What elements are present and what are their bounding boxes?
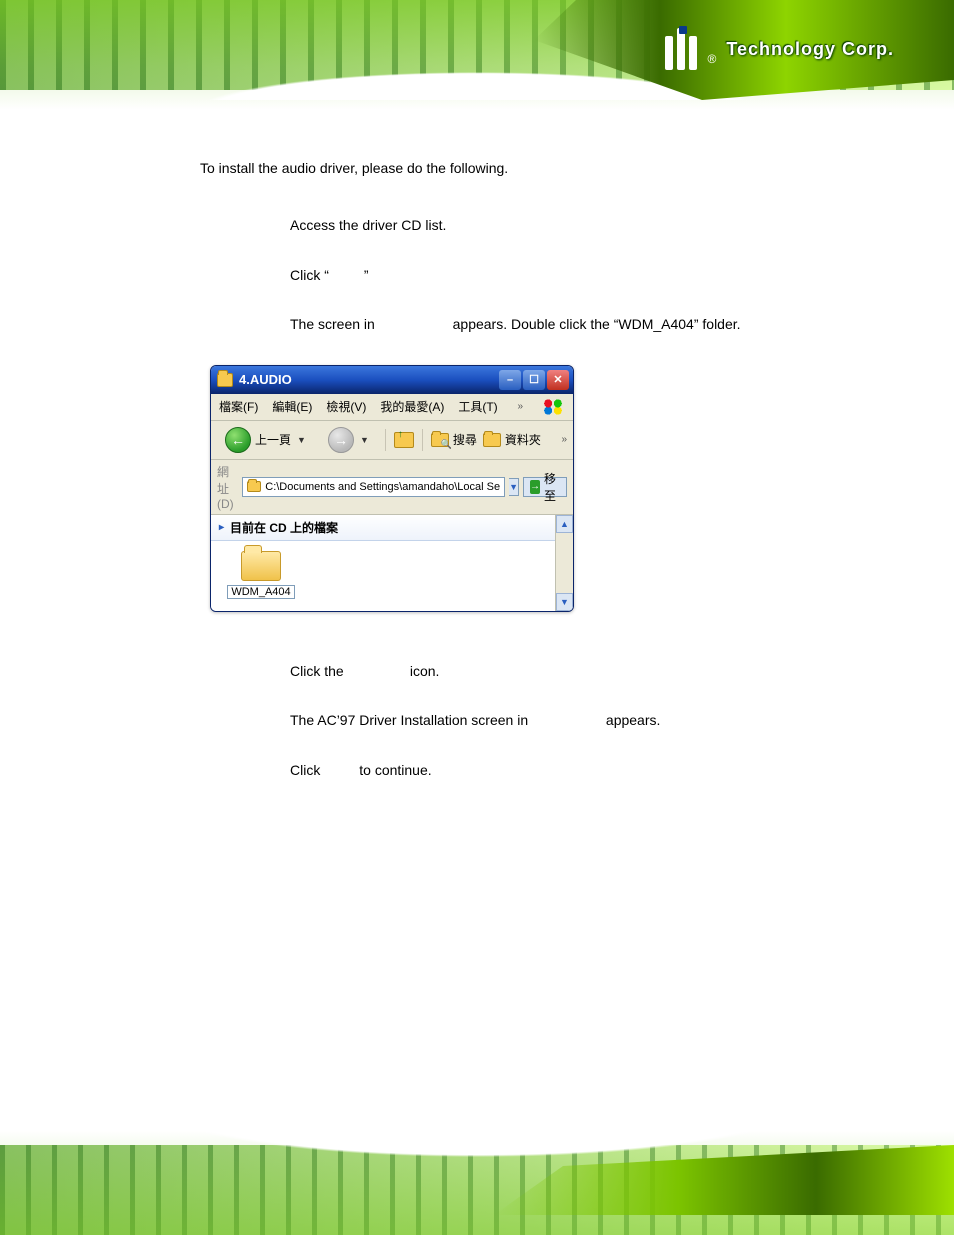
step-5-blank bbox=[532, 712, 602, 728]
step-2-blank bbox=[329, 267, 364, 283]
dropdown-icon: ▼ bbox=[360, 435, 369, 445]
folder-icon bbox=[247, 481, 261, 492]
step-6-prefix: Click bbox=[290, 762, 324, 778]
step-4-blank bbox=[348, 663, 406, 679]
search-icon bbox=[431, 433, 449, 447]
go-arrow-icon: → bbox=[530, 480, 540, 494]
folder-icon bbox=[241, 551, 281, 581]
step-6-suffix: to continue. bbox=[355, 762, 431, 778]
window-title: 4.AUDIO bbox=[239, 372, 292, 387]
menu-overflow-icon[interactable]: » bbox=[517, 401, 523, 412]
registered-mark: ® bbox=[707, 52, 716, 66]
step-4: Click the icon. bbox=[290, 662, 904, 682]
menu-tools[interactable]: 工具(T) bbox=[458, 398, 497, 415]
step-6-blank bbox=[324, 762, 355, 778]
back-arrow-icon: ← bbox=[225, 427, 251, 453]
step-3-prefix: The screen in bbox=[290, 316, 379, 332]
folder-item-wdm[interactable]: WDM_A404 bbox=[221, 551, 301, 599]
logo-block: ® Technology Corp. bbox=[665, 28, 894, 70]
folders-label: 資料夾 bbox=[505, 431, 541, 448]
logo-iei-icon bbox=[665, 28, 697, 70]
step-6: Click to continue. bbox=[290, 761, 904, 781]
pane-header: 目前在 CD 上的檔案 bbox=[211, 515, 555, 541]
step-3-suffix: appears. Double click the “WDM_A404” fol… bbox=[449, 316, 741, 332]
address-field[interactable]: C:\Documents and Settings\amandaho\Local… bbox=[242, 477, 505, 497]
back-label: 上一頁 bbox=[255, 431, 291, 448]
step-3-blank bbox=[379, 316, 449, 332]
window-buttons: – ☐ ✕ bbox=[499, 370, 569, 390]
titlebar: 4.AUDIO – ☐ ✕ bbox=[211, 366, 573, 394]
menu-file[interactable]: 檔案(F) bbox=[219, 398, 258, 415]
page-content: To install the audio driver, please do t… bbox=[200, 160, 904, 811]
step-4-prefix: Click the bbox=[290, 663, 348, 679]
address-bar: 網址(D) C:\Documents and Settings\amandaho… bbox=[211, 460, 573, 515]
back-button[interactable]: ← 上一頁 ▼ bbox=[217, 425, 314, 455]
scroll-down-icon[interactable]: ▼ bbox=[556, 593, 573, 611]
go-label: 移至 bbox=[544, 470, 560, 504]
vertical-scrollbar[interactable]: ▲ ▼ bbox=[555, 515, 573, 611]
step-2-prefix: Click “ bbox=[290, 267, 329, 283]
file-area: WDM_A404 bbox=[211, 541, 555, 611]
menu-view[interactable]: 檢視(V) bbox=[326, 398, 366, 415]
steps-list: Access the driver CD list. Click “ ” The… bbox=[290, 216, 904, 335]
explorer-window: 4.AUDIO – ☐ ✕ 檔案(F) 編輯(E) 檢視(V) 我的最愛(A) … bbox=[210, 365, 574, 612]
step-2: Click “ ” bbox=[290, 266, 904, 286]
maximize-button[interactable]: ☐ bbox=[523, 370, 545, 390]
folder-icon bbox=[217, 373, 233, 387]
dropdown-icon: ▼ bbox=[297, 435, 306, 445]
folders-icon bbox=[483, 433, 501, 447]
address-path: C:\Documents and Settings\amandaho\Local… bbox=[265, 481, 500, 493]
forward-button[interactable]: → ▼ bbox=[320, 425, 377, 455]
toolbar-separator bbox=[422, 429, 423, 451]
file-pane: 目前在 CD 上的檔案 WDM_A404 ▲ ▼ bbox=[211, 515, 573, 611]
close-button[interactable]: ✕ bbox=[547, 370, 569, 390]
folder-label: WDM_A404 bbox=[227, 585, 294, 599]
address-dropdown-icon[interactable]: ▼ bbox=[509, 478, 519, 496]
logo-text: Technology Corp. bbox=[726, 39, 894, 60]
step-5-prefix: The AC’97 Driver Installation screen in bbox=[290, 712, 532, 728]
step-4-suffix: icon. bbox=[406, 663, 439, 679]
step-5-suffix: appears. bbox=[602, 712, 660, 728]
menu-edit[interactable]: 編輯(E) bbox=[272, 398, 312, 415]
menu-favorites[interactable]: 我的最愛(A) bbox=[380, 398, 444, 415]
step-2-suffix: ” bbox=[364, 267, 369, 283]
search-button[interactable]: 搜尋 bbox=[431, 431, 477, 448]
step-5: The AC’97 Driver Installation screen in … bbox=[290, 711, 904, 731]
windows-flag-icon bbox=[541, 398, 565, 416]
step-1: Access the driver CD list. bbox=[290, 216, 904, 236]
intro-text: To install the audio driver, please do t… bbox=[200, 160, 904, 176]
minimize-button[interactable]: – bbox=[499, 370, 521, 390]
steps-list-2: Click the icon. The AC’97 Driver Install… bbox=[290, 662, 904, 781]
address-label: 網址(D) bbox=[217, 463, 238, 511]
go-button[interactable]: → 移至 bbox=[523, 477, 567, 497]
toolbar-separator bbox=[385, 429, 386, 451]
toolbar-overflow-icon[interactable]: » bbox=[561, 434, 567, 445]
step-3: The screen in appears. Double click the … bbox=[290, 315, 904, 335]
toolbar: ← 上一頁 ▼ → ▼ 搜尋 資料夾 » bbox=[211, 421, 573, 460]
forward-arrow-icon: → bbox=[328, 427, 354, 453]
scroll-up-icon[interactable]: ▲ bbox=[556, 515, 573, 533]
folders-button[interactable]: 資料夾 bbox=[483, 431, 541, 448]
up-folder-button[interactable] bbox=[394, 430, 414, 450]
search-label: 搜尋 bbox=[453, 431, 477, 448]
menubar: 檔案(F) 編輯(E) 檢視(V) 我的最愛(A) 工具(T) » bbox=[211, 394, 573, 421]
